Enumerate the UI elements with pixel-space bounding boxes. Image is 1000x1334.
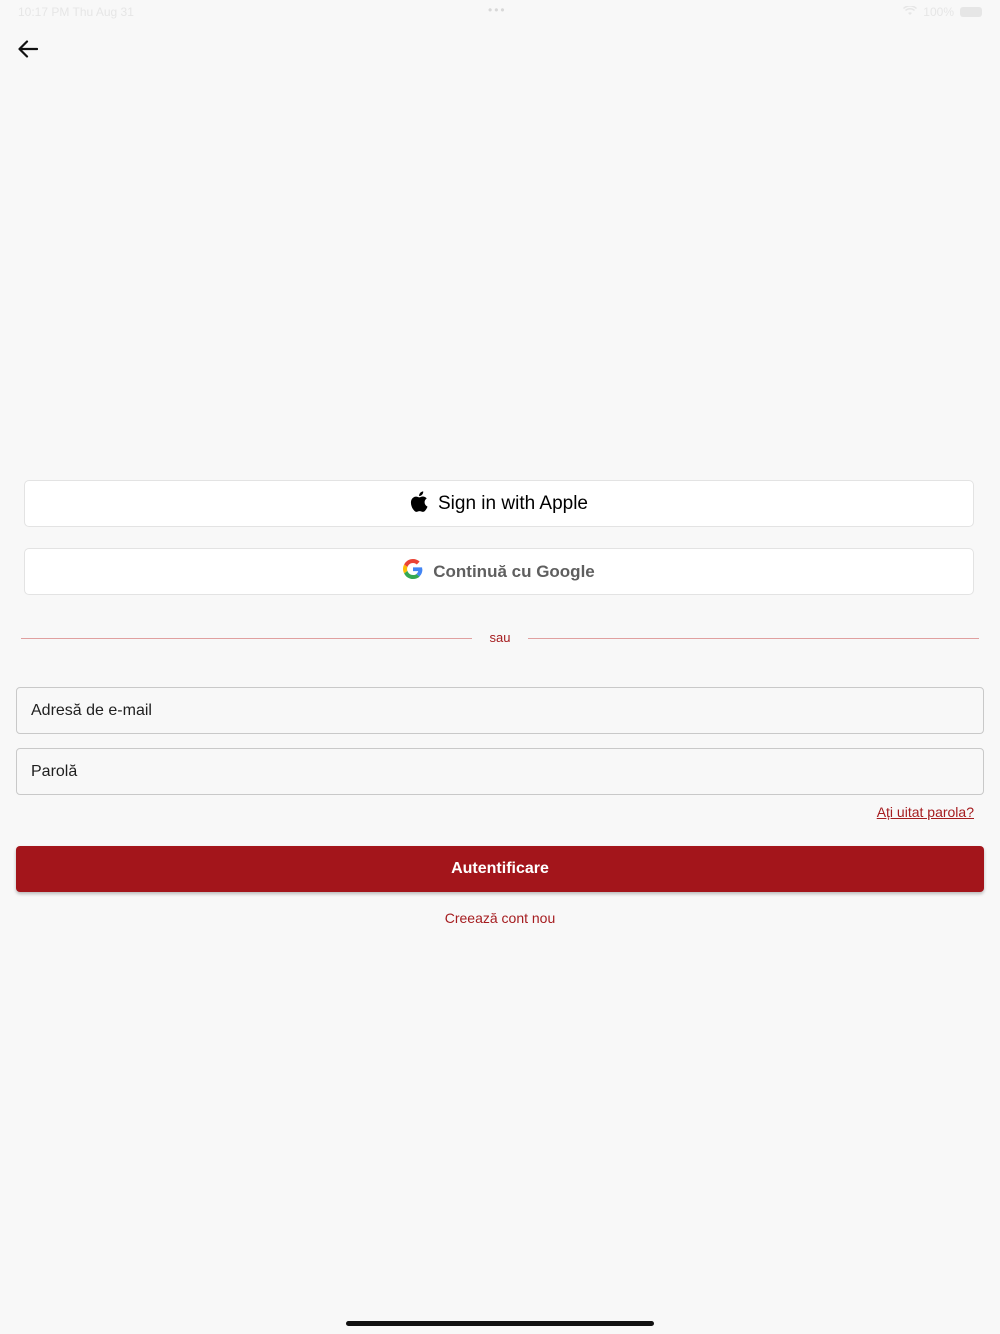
divider-text: sau xyxy=(489,630,511,645)
apple-logo-icon xyxy=(410,490,428,517)
divider-line-left xyxy=(21,638,472,639)
divider-line-right xyxy=(528,638,979,639)
create-account-label: Creează cont nou xyxy=(444,910,556,926)
login-button-label: Autentificare xyxy=(451,860,549,877)
sign-in-with-apple-button[interactable]: Sign in with Apple xyxy=(24,480,974,527)
forgot-password-link[interactable]: Ați uitat parola? xyxy=(877,804,974,820)
battery-percent: 100% xyxy=(923,5,954,19)
status-time-date: 10:17 PM Thu Aug 31 xyxy=(18,5,134,19)
login-button[interactable]: Autentificare xyxy=(16,846,984,892)
back-button[interactable] xyxy=(10,34,46,68)
apple-button-label: Sign in with Apple xyxy=(438,492,588,514)
create-account-link[interactable]: Creează cont nou xyxy=(0,910,1000,926)
arrow-left-icon xyxy=(18,39,39,63)
google-button-label: Continuă cu Google xyxy=(433,561,595,581)
multitasking-dots[interactable]: ••• xyxy=(488,3,507,17)
status-date: Thu Aug 31 xyxy=(72,5,134,19)
continue-with-google-button[interactable]: Continuă cu Google xyxy=(24,548,974,595)
battery-icon xyxy=(960,7,982,17)
status-time: 10:17 PM xyxy=(18,5,70,19)
email-field[interactable] xyxy=(16,687,984,734)
status-right: 100% xyxy=(903,5,982,19)
status-bar: 10:17 PM Thu Aug 31 ••• 100% xyxy=(0,0,1000,24)
wifi-icon xyxy=(903,5,918,19)
google-logo-icon xyxy=(403,559,423,584)
home-indicator[interactable] xyxy=(346,1321,654,1326)
password-field[interactable] xyxy=(16,748,984,795)
